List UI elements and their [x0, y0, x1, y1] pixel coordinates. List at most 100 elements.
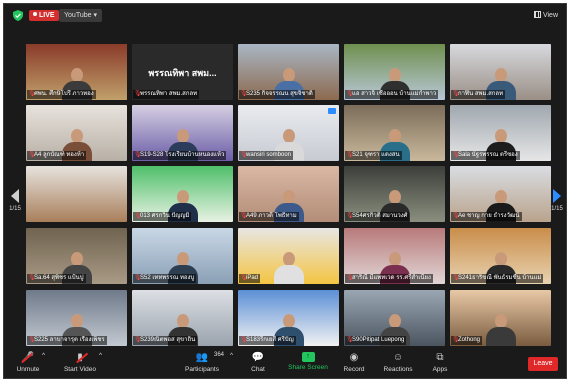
participant-video-tile[interactable]: 🎙ศพน. ศึกษิโปรี ภาวทอง — [26, 44, 127, 100]
participant-head — [282, 68, 295, 82]
previous-page-button[interactable]: 1/15 — [7, 189, 23, 212]
participant-video-tile[interactable]: 🎙S225 ลาบาจารุต เรืองเพ็ชร — [26, 290, 127, 346]
youtube-stream-dropdown[interactable]: YouTube ▾ — [59, 9, 102, 22]
participant-head — [70, 68, 83, 82]
tile-options-icon[interactable] — [328, 108, 336, 114]
participant-head — [388, 68, 401, 82]
share-screen-icon: ↑ — [301, 352, 315, 362]
participant-nameplate: 🎙013 ศรกวิน ปัญญมิ — [133, 212, 192, 221]
participant-name: 013 ศรกวิน ปัญญมิ — [140, 213, 190, 219]
unmute-button[interactable]: 🎤 Unmute — [14, 352, 42, 373]
participant-head — [176, 252, 189, 266]
apps-button[interactable]: ⧉ Apps — [429, 352, 451, 373]
participant-name: แอ สาวจิ๋ เชื่อออน บ้านแม่กำพาว — [352, 91, 437, 97]
participant-video-tile[interactable]: 🎙Sala นัฐรพรรณ ตรีซอง — [450, 105, 551, 161]
participant-head — [176, 129, 189, 143]
participant-video-tile[interactable]: 🎙สาริณี มีแพทเวด รร.ศรีสำเนียง — [344, 228, 445, 284]
apps-icon: ⧉ — [436, 352, 444, 363]
participant-head — [494, 129, 507, 143]
record-label: Record — [343, 366, 365, 373]
participant-video-tile[interactable]: 🎙S183รีกเยสี ศรีปัญ — [238, 290, 339, 346]
muted-microphone-icon: 🎙 — [28, 91, 36, 97]
participant-nameplate: 🎙กาฬิน สพม.สกลท — [451, 90, 506, 99]
participant-nameplate: 🎙S239ณิตพอส สุขาถิน — [133, 336, 198, 345]
reactions-label: Reactions — [383, 366, 413, 373]
unmute-label: Unmute — [16, 366, 40, 373]
video-feed — [26, 166, 127, 222]
participant-video-tile[interactable]: 🎙แอ สาวจิ๋ เชื่อออน บ้านแม่กำพาว — [344, 44, 445, 100]
participant-video-tile[interactable]: 🎙A4 ลูกบัณฑ์ ทองห้า — [26, 105, 127, 161]
participant-nameplate: 🎙Sa.64 สุพิชร แป้นปู — [27, 274, 86, 283]
participant-nameplate: 🎙ศพน. ศึกษิโปรี ภาวทอง — [27, 90, 96, 99]
participant-nameplate: 🎙A49 ภาวดี โพธิ์ทาม — [239, 212, 299, 221]
chevron-left-icon — [11, 189, 19, 203]
participant-video-tile[interactable]: 🎙กาฬิน สพม.สกลท — [450, 44, 551, 100]
start-video-button[interactable]: ▮ Start Video — [62, 352, 98, 373]
next-page-button[interactable]: 1/15 — [549, 189, 565, 212]
participant-name: สาริณี มีแพทเวด รร.ศรีสำเนียง — [352, 275, 431, 281]
participant-name: S54ศรกิวติ สมานวงศ์ — [352, 213, 408, 219]
participant-nameplate: 🎙พรรณทิพา สพม.สกลท — [133, 90, 200, 99]
participant-nameplate: 🎙Zothong — [451, 336, 483, 345]
participant-name: S241ธาริขณี พันธ์รมชื่น บ้านแม่ — [458, 275, 542, 281]
participant-video-tile[interactable]: พรรณทิพา สพม... 🎙พรรณทิพา สพม.สกลท — [132, 44, 233, 100]
participant-video-tile[interactable]: 🎙S21 จุฑรา แดงสน — [344, 105, 445, 161]
participant-name: S90Pitipat Luepong — [352, 337, 405, 343]
live-badge[interactable]: LIVE — [29, 10, 59, 21]
view-label: View — [542, 12, 558, 19]
video-options-caret[interactable]: ^ — [99, 352, 102, 359]
muted-microphone-icon: 🎙 — [134, 91, 142, 97]
participant-head — [388, 314, 401, 328]
meeting-toolbar: 🎤 Unmute ^ ▮ Start Video ^ 👥 Participant… — [4, 349, 566, 378]
participant-video-tile[interactable]: 🎙Zothong — [450, 290, 551, 346]
security-shield-icon[interactable] — [13, 10, 23, 21]
muted-microphone-icon: 🎙 — [452, 275, 460, 281]
participant-name: ศพน. ศึกษิโปรี ภาวทอง — [34, 91, 94, 97]
record-button[interactable]: ◉ Record — [340, 352, 368, 373]
participant-head — [176, 314, 189, 328]
participant-nameplate: 🎙แอ สาวจิ๋ เชื่อออน บ้านแม่กำพาว — [345, 90, 439, 99]
participant-video-tile[interactable] — [26, 166, 127, 222]
participant-name: กาฬิน สพม.สกลท — [458, 91, 504, 97]
chat-button[interactable]: 💬 Chat — [246, 352, 270, 373]
leave-button[interactable]: Leave — [528, 357, 558, 371]
participant-video-tile[interactable]: 🎙Sa.64 สุพิชร แป้นปู — [26, 228, 127, 284]
participants-options-caret[interactable]: ^ — [230, 352, 233, 359]
video-camera-off-icon: ▮ — [77, 352, 83, 363]
audio-options-caret[interactable]: ^ — [42, 352, 45, 359]
reactions-button[interactable]: ☺ Reactions — [380, 352, 416, 373]
participant-head — [494, 190, 507, 204]
participant-name: S239ณิตพอส สุขาถิน — [140, 337, 196, 343]
participant-video-tile[interactable]: 🎙S19-S28 โรงเรียนบ้านหนองแห้ว — [132, 105, 233, 161]
apps-label: Apps — [432, 366, 448, 373]
participant-video-tile[interactable]: 🎙S90Pitipat Luepong — [344, 290, 445, 346]
participant-video-tile[interactable]: 🎙wansiri somboon — [238, 105, 339, 161]
participant-video-tile[interactable]: 🎙A49 ภาวดี โพธิ์ทาม — [238, 166, 339, 222]
participant-video-tile[interactable]: 🎙iPad — [238, 228, 339, 284]
participant-head — [282, 190, 295, 204]
participant-nameplate: 🎙สาริณี มีแพทเวด รร.ศรีสำเนียง — [345, 274, 433, 283]
reactions-smiley-icon: ☺ — [392, 352, 404, 363]
participant-name: S183รีกเยสี ศรีปัญ — [246, 337, 294, 343]
participant-head — [70, 314, 83, 328]
participant-figure — [485, 314, 516, 346]
participant-video-tile[interactable]: 🎙S54ศรกิวติ สมานวงศ์ — [344, 166, 445, 222]
participants-count: 364 — [214, 352, 225, 358]
participant-name: พรรณทิพา สพม.สกลท — [140, 91, 198, 97]
view-button[interactable]: View — [533, 10, 558, 21]
participant-video-tile[interactable]: 🎙S235 กิจจรรณน สุขจิชาติ — [238, 44, 339, 100]
participant-head — [494, 68, 507, 82]
participant-nameplate: 🎙S235 กิจจรรณน สุขจิชาติ — [239, 90, 315, 99]
start-video-label: Start Video — [63, 366, 97, 373]
participant-video-tile[interactable]: 🎙013 ศรกวิน ปัญญมิ — [132, 166, 233, 222]
top-bar: LIVE YouTube ▾ View — [4, 4, 566, 26]
chevron-right-icon — [553, 189, 561, 203]
participant-video-tile[interactable]: 🎙Ae ชาญ กาย ธำรงวัฒน์ — [450, 166, 551, 222]
participant-video-tile[interactable]: 🎙S52 เททพรรณ ทองบู — [132, 228, 233, 284]
video-gallery-grid: 🎙ศพน. ศึกษิโปรี ภาวทอง พรรณทิพา สพม... 🎙พร… — [26, 44, 551, 352]
participant-video-tile[interactable]: 🎙S241ธาริขณี พันธ์รมชื่น บ้านแม่ — [450, 228, 551, 284]
participant-video-tile[interactable]: 🎙S239ณิตพอส สุขาถิน — [132, 290, 233, 346]
share-screen-button[interactable]: ↑ Share Screen — [286, 352, 330, 371]
participant-figure — [273, 252, 304, 284]
muted-microphone-icon: 🎙 — [346, 213, 354, 219]
